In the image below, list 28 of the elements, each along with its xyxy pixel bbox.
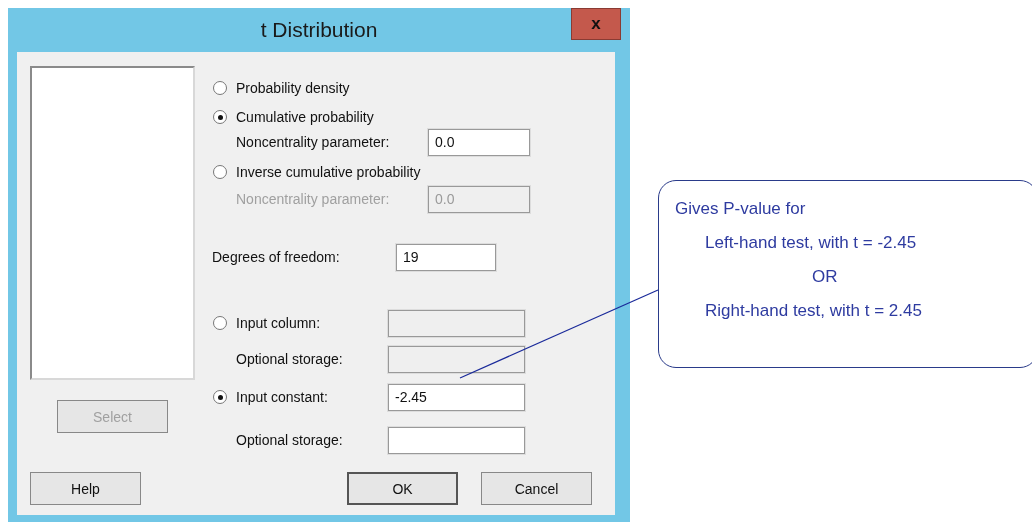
callout-text: Gives P-value for: [675, 199, 807, 219]
parameter-label: Noncentrality parameter:: [235, 134, 391, 150]
option-label: Inverse cumulative probability: [236, 164, 421, 180]
parameter-field[interactable]: 0.0: [428, 128, 530, 156]
degrees-of-freedom-field[interactable]: 19: [396, 243, 496, 271]
radio-button[interactable]: [213, 110, 227, 124]
degrees-of-freedom-label: Degrees of freedom:: [212, 249, 341, 265]
input-label: Input constant:: [236, 389, 329, 405]
option-label: Cumulative probability: [236, 109, 374, 125]
window-title: t Distribution: [260, 18, 378, 42]
input-field[interactable]: -2.45: [388, 383, 525, 411]
radio-button[interactable]: [213, 390, 227, 404]
radio-button[interactable]: [213, 165, 227, 179]
parameter-label: Noncentrality parameter:: [235, 191, 391, 207]
radio-button[interactable]: [213, 316, 227, 330]
dialog-button[interactable]: Cancel: [481, 472, 592, 505]
storage-label: Optional storage:: [235, 351, 344, 367]
dialog-button[interactable]: Help: [30, 472, 141, 505]
close-button[interactable]: x: [571, 8, 621, 40]
callout-text: Left-hand test, with t = -2.45: [704, 233, 918, 253]
dialog-button[interactable]: OK: [347, 472, 458, 505]
storage-field[interactable]: [388, 426, 525, 454]
radio-button[interactable]: [213, 81, 227, 95]
callout-text: Right-hand test, with t = 2.45: [704, 301, 923, 321]
option-label: Probability density: [236, 80, 350, 96]
input-label: Input column:: [236, 315, 322, 331]
storage-label: Optional storage:: [235, 432, 344, 448]
callout-text: OR: [811, 267, 839, 287]
